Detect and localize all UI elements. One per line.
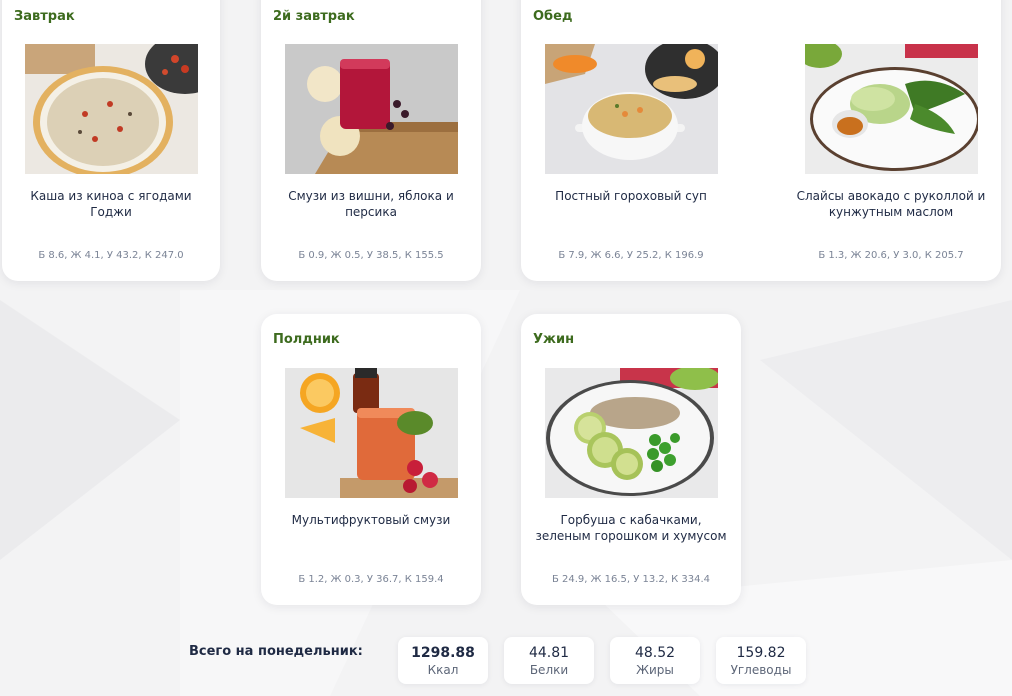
- stat-value: 44.81: [528, 645, 570, 661]
- meal-macros: Б 7.9, Ж 6.6, У 25.2, К 196.9: [558, 250, 704, 261]
- multifruit-smoothie-photo: [285, 368, 458, 498]
- stat-protein: 44.81 Белки: [504, 637, 594, 684]
- section-title-second-breakfast: 2й завтрак: [273, 9, 355, 24]
- meal-macros: Б 24.9, Ж 16.5, У 13.2, К 334.4: [551, 574, 711, 585]
- stat-unit: Жиры: [636, 663, 674, 677]
- dinner-card: Ужин Горбуша с кабачками, зеленым горошк…: [521, 314, 741, 605]
- section-title-snack: Полдник: [273, 332, 340, 347]
- stat-value: 159.82: [736, 645, 786, 661]
- cherry-smoothie-photo: [285, 44, 458, 174]
- meal-macros: Б 8.6, Ж 4.1, У 43.2, К 247.0: [38, 250, 184, 261]
- snack-card: Полдник Мультифруктовый смузи Б 1.2, Ж 0…: [261, 314, 481, 605]
- lunch-card: Обед Постный гороховый суп Б 7.9, Ж 6.6,…: [521, 0, 1001, 281]
- meal-name: Горбуша с кабачками, зеленым горошком и …: [535, 513, 727, 543]
- section-title-breakfast: Завтрак: [14, 9, 75, 24]
- stat-fat: 48.52 Жиры: [610, 637, 700, 684]
- stat-carbs: 159.82 Углеводы: [716, 637, 806, 684]
- meal-name: Постный гороховый суп: [555, 189, 707, 203]
- pea-soup-photo: [545, 44, 718, 174]
- quinoa-porridge-photo: [25, 44, 198, 174]
- stat-unit: Белки: [529, 663, 569, 677]
- breakfast-card: Завтрак Каша из киноа с ягодами Годжи Б …: [2, 0, 220, 281]
- stat-value: 1298.88: [411, 645, 475, 661]
- stat-unit: Углеводы: [730, 663, 792, 677]
- meal-name: Слайсы авокадо с руколлой и кунжутным ма…: [796, 189, 986, 219]
- stat-unit: Ккал: [427, 663, 459, 677]
- second-breakfast-card: 2й завтрак Смузи из вишни, яблока и перс…: [261, 0, 481, 281]
- meal-name: Каша из киноа с ягодами Годжи: [30, 189, 192, 219]
- meal-macros: Б 1.2, Ж 0.3, У 36.7, К 159.4: [298, 574, 444, 585]
- avocado-slices-photo: [805, 44, 978, 174]
- section-title-dinner: Ужин: [533, 332, 575, 347]
- section-title-lunch: Обед: [533, 9, 573, 24]
- salmon-zucchini-photo: [545, 368, 718, 498]
- stat-calories: 1298.88 Ккал: [398, 637, 488, 684]
- stat-value: 48.52: [634, 645, 676, 661]
- meal-name: Мультифруктовый смузи: [291, 513, 451, 527]
- totals-label: Всего на понедельник:: [189, 644, 363, 659]
- meal-macros: Б 1.3, Ж 20.6, У 3.0, К 205.7: [818, 250, 964, 261]
- meal-name: Смузи из вишни, яблока и персика: [288, 189, 454, 219]
- meal-macros: Б 0.9, Ж 0.5, У 38.5, К 155.5: [298, 250, 444, 261]
